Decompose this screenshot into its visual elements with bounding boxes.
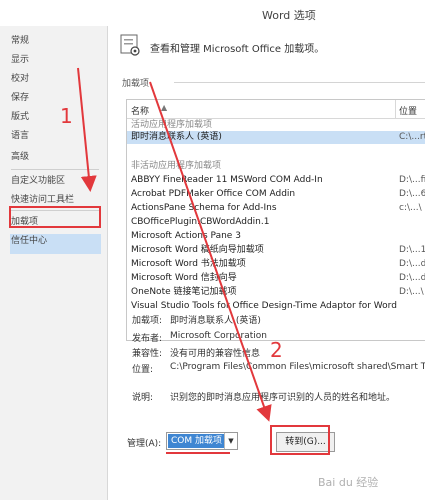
panel-header: 查看和管理 Microsoft Office 加载项。 [150,44,325,55]
annotation-step-1: 1 [60,104,73,128]
sidebar-item-general[interactable]: 常规 [11,32,29,50]
group-header-inactive: 非活动应用程序加载项 [131,161,222,171]
table-row[interactable]: ABBYY FineReader 11 MSWord COM Add-In D:\… [127,174,425,187]
sidebar-item-trust-center[interactable]: 信任中心 [11,232,47,250]
sidebar-item-save[interactable]: 保存 [11,89,29,107]
section-title: 加载项 [122,79,150,89]
table-row[interactable]: 即时消息联系人 (英语) C:\...rt [127,131,425,144]
sidebar-item-proofing[interactable]: 校对 [11,70,29,88]
title-bar: Word 选项 [0,0,425,26]
sidebar-item-display[interactable]: 显示 [11,51,29,69]
sidebar-item-language[interactable]: 语言 [11,127,29,145]
options-sidebar: 常规 显示 校对 保存 版式 语言 高级 自定义功能区 快速访问工具栏 加载项 … [0,26,108,500]
annotation-step-2: 2 [270,338,283,362]
addins-table: 名称 ▲ 位置 活动应用程序加载项 即时消息联系人 (英语) C:\...rt 非… [126,99,425,341]
window-title: Word 选项 [262,9,316,22]
table-row[interactable]: Microsoft Word 信封向导 D:\...d [127,272,425,285]
table-header: 名称 ▲ 位置 [127,100,425,119]
addins-panel: 查看和管理 Microsoft Office 加载项。 加载项 名称 ▲ 位置 … [108,26,425,500]
table-row[interactable]: Microsoft Actions Pane 3 [127,230,425,243]
column-location-header[interactable]: 位置 [399,104,417,117]
sidebar-item-advanced[interactable]: 高级 [11,148,29,166]
manage-select[interactable]: COM 加载项 ▼ [166,432,238,450]
column-separator [395,100,396,118]
chevron-down-icon[interactable]: ▼ [224,433,237,449]
table-row[interactable]: Microsoft Word 书法加载项 D:\...d [127,258,425,271]
addins-gear-icon [120,34,140,56]
sidebar-item-layout[interactable]: 版式 [11,108,29,126]
annotation-underline [166,452,230,454]
manage-label: 管理(A): [127,439,162,449]
table-row[interactable]: Visual Studio Tools for Office Design-Ti… [127,300,425,313]
sidebar-item-customize-ribbon[interactable]: 自定义功能区 [11,172,65,190]
table-row[interactable]: Acrobat PDFMaker Office COM Addin D:\...6 [127,188,425,201]
column-name-header[interactable]: 名称 [131,104,149,117]
manage-select-value: COM 加载项 [168,434,225,448]
watermark: Bai du 经验 [318,476,379,489]
table-row[interactable]: ActionsPane Schema for Add-Ins c:\...\ [127,202,425,215]
sort-arrow-icon: ▲ [161,103,168,112]
annotation-box-goto [270,425,330,455]
table-row[interactable]: Microsoft Word 稿纸向导加载项 D:\...1 [127,244,425,257]
annotation-box-addins [9,206,101,228]
section-divider [174,82,425,83]
sidebar-divider [11,169,99,170]
table-row[interactable]: OneNote 链接笔记加载项 D:\...\ [127,286,425,299]
table-row[interactable]: CBOfficePlugin.CBWordAddin.1 [127,216,425,229]
